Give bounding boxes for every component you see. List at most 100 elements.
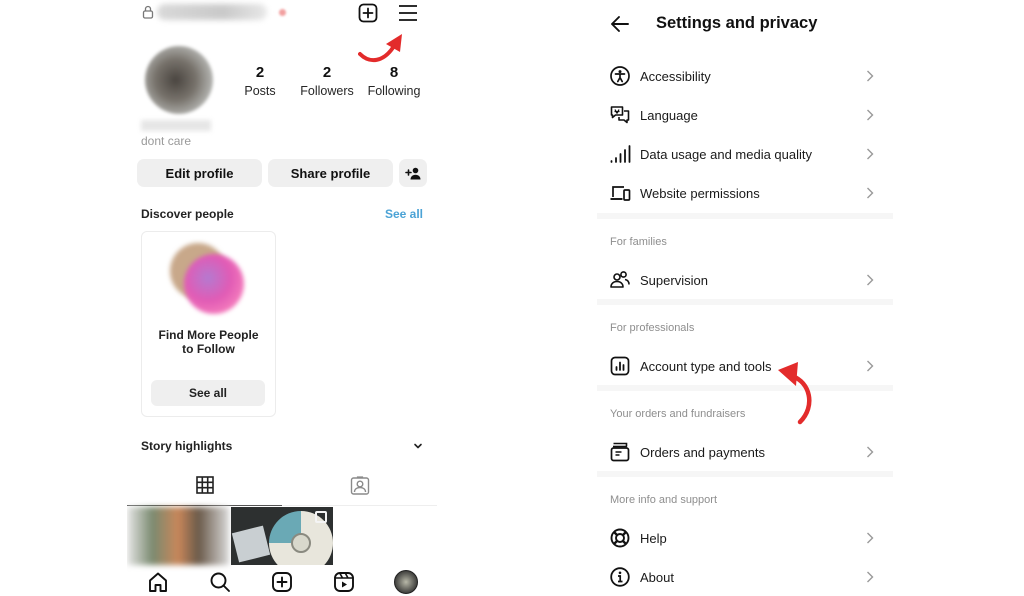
story-highlights-title[interactable]: Story highlights bbox=[141, 439, 232, 453]
find-people-see-all-button[interactable]: See all bbox=[151, 380, 265, 406]
language-icon bbox=[610, 106, 630, 124]
settings-item-label: Account type and tools bbox=[640, 358, 772, 374]
nav-create[interactable] bbox=[269, 569, 295, 595]
stat-label: Posts bbox=[244, 84, 276, 98]
nav-reels[interactable] bbox=[331, 569, 357, 595]
settings-item-account-type[interactable]: Account type and tools bbox=[597, 348, 893, 384]
chevron-right-icon bbox=[867, 109, 874, 121]
settings-item-label: Supervision bbox=[640, 272, 708, 288]
find-people-title: Find More People to Follow bbox=[158, 328, 259, 356]
settings-item-help[interactable]: Help bbox=[597, 520, 893, 556]
signal-bars-icon bbox=[610, 145, 631, 163]
settings-item-about[interactable]: About bbox=[597, 559, 893, 595]
hamburger-menu-icon bbox=[399, 5, 417, 21]
chevron-right-icon bbox=[867, 571, 874, 583]
profile-screen: 2 Posts 2 Followers 8 Following dont car… bbox=[127, 0, 437, 596]
profile-bio: dont care bbox=[141, 134, 192, 148]
find-people-card: Find More People to Follow See all bbox=[141, 231, 276, 417]
info-icon bbox=[610, 567, 630, 587]
settings-item-supervision[interactable]: Supervision bbox=[597, 262, 893, 298]
stat-value: 2 bbox=[255, 64, 265, 81]
settings-item-data-usage[interactable]: Data usage and media quality bbox=[597, 136, 893, 172]
share-profile-button[interactable]: Share profile bbox=[268, 159, 393, 187]
page-title: Settings and privacy bbox=[656, 14, 818, 32]
annotation-arrow bbox=[358, 34, 402, 63]
settings-item-language[interactable]: Language bbox=[597, 97, 893, 133]
full-name-blurred bbox=[141, 120, 211, 131]
devices-icon bbox=[610, 186, 631, 201]
back-arrow-icon[interactable] bbox=[609, 13, 631, 35]
profile-actions: Edit profile Share profile bbox=[137, 159, 427, 187]
tagged-person-icon bbox=[350, 476, 369, 495]
post-image-detail bbox=[231, 525, 271, 563]
settings-item-accessibility[interactable]: Accessibility bbox=[597, 58, 893, 94]
nav-home[interactable] bbox=[145, 569, 171, 595]
section-divider bbox=[597, 471, 893, 477]
section-divider bbox=[597, 385, 893, 391]
home-icon bbox=[149, 572, 167, 592]
discover-see-all-link[interactable]: See all bbox=[385, 207, 423, 221]
orders-icon bbox=[610, 442, 630, 462]
stat-label: Following bbox=[367, 84, 421, 98]
new-post-button[interactable] bbox=[357, 2, 379, 24]
create-icon bbox=[272, 572, 292, 592]
tab-tagged[interactable] bbox=[282, 472, 437, 506]
discover-people-button[interactable] bbox=[399, 159, 427, 187]
stat-posts[interactable]: 2 Posts bbox=[227, 64, 293, 100]
settings-item-label: Accessibility bbox=[640, 68, 711, 84]
settings-item-label: Website permissions bbox=[640, 185, 760, 201]
settings-item-label: Data usage and media quality bbox=[640, 146, 813, 162]
settings-screen: Settings and privacy Accessibility Langu… bbox=[597, 0, 893, 596]
bottom-navigation bbox=[127, 568, 437, 596]
annotation-arrow bbox=[778, 362, 812, 425]
chevron-down-icon[interactable] bbox=[412, 440, 424, 452]
username-blurred[interactable] bbox=[157, 4, 267, 20]
chevron-right-icon bbox=[867, 532, 874, 544]
section-divider bbox=[597, 299, 893, 305]
chevron-right-icon bbox=[867, 148, 874, 160]
settings-item-label: Language bbox=[640, 107, 698, 123]
section-header: For families bbox=[610, 236, 667, 248]
settings-item-label: Orders and payments bbox=[640, 444, 766, 460]
post-thumbnail[interactable] bbox=[231, 507, 333, 565]
stat-value: 2 bbox=[322, 64, 332, 81]
help-lifebuoy-icon bbox=[610, 528, 630, 548]
supervision-icon bbox=[610, 271, 630, 288]
nav-profile[interactable] bbox=[393, 569, 419, 595]
section-divider bbox=[597, 213, 893, 219]
chevron-right-icon bbox=[867, 446, 874, 458]
add-person-icon bbox=[405, 167, 421, 179]
chevron-right-icon bbox=[867, 360, 874, 372]
carousel-icon bbox=[315, 511, 327, 523]
chevron-right-icon bbox=[867, 70, 874, 82]
stat-following[interactable]: 8 Following bbox=[361, 64, 427, 100]
settings-item-website-permissions[interactable]: Website permissions bbox=[597, 175, 893, 211]
post-thumbnail[interactable] bbox=[127, 507, 229, 565]
accessibility-icon bbox=[610, 66, 630, 86]
section-header: More info and support bbox=[610, 494, 718, 506]
profile-avatar[interactable] bbox=[145, 46, 213, 114]
stat-followers[interactable]: 2 Followers bbox=[294, 64, 360, 100]
settings-item-label: Help bbox=[640, 530, 667, 546]
chevron-right-icon bbox=[867, 274, 874, 286]
reels-icon bbox=[334, 572, 354, 592]
plus-square-icon bbox=[358, 3, 378, 23]
section-header: For professionals bbox=[610, 322, 695, 334]
discover-people-title: Discover people bbox=[141, 207, 234, 221]
notification-dot bbox=[279, 9, 286, 16]
chart-box-icon bbox=[610, 356, 630, 376]
lock-icon bbox=[142, 5, 154, 19]
menu-button[interactable] bbox=[397, 2, 419, 24]
grid-icon bbox=[195, 476, 214, 494]
profile-content-tabs bbox=[127, 472, 437, 506]
profile-stats: 2 Posts 2 Followers 8 Following bbox=[227, 64, 427, 100]
tab-posts-grid[interactable] bbox=[127, 472, 282, 506]
search-icon bbox=[210, 572, 230, 592]
stat-label: Followers bbox=[300, 84, 354, 98]
edit-profile-button[interactable]: Edit profile bbox=[137, 159, 262, 187]
profile-avatar-small bbox=[394, 570, 418, 594]
settings-item-orders[interactable]: Orders and payments bbox=[597, 434, 893, 470]
settings-item-label: About bbox=[640, 569, 674, 585]
nav-search[interactable] bbox=[207, 569, 233, 595]
section-header: Your orders and fundraisers bbox=[610, 408, 746, 420]
